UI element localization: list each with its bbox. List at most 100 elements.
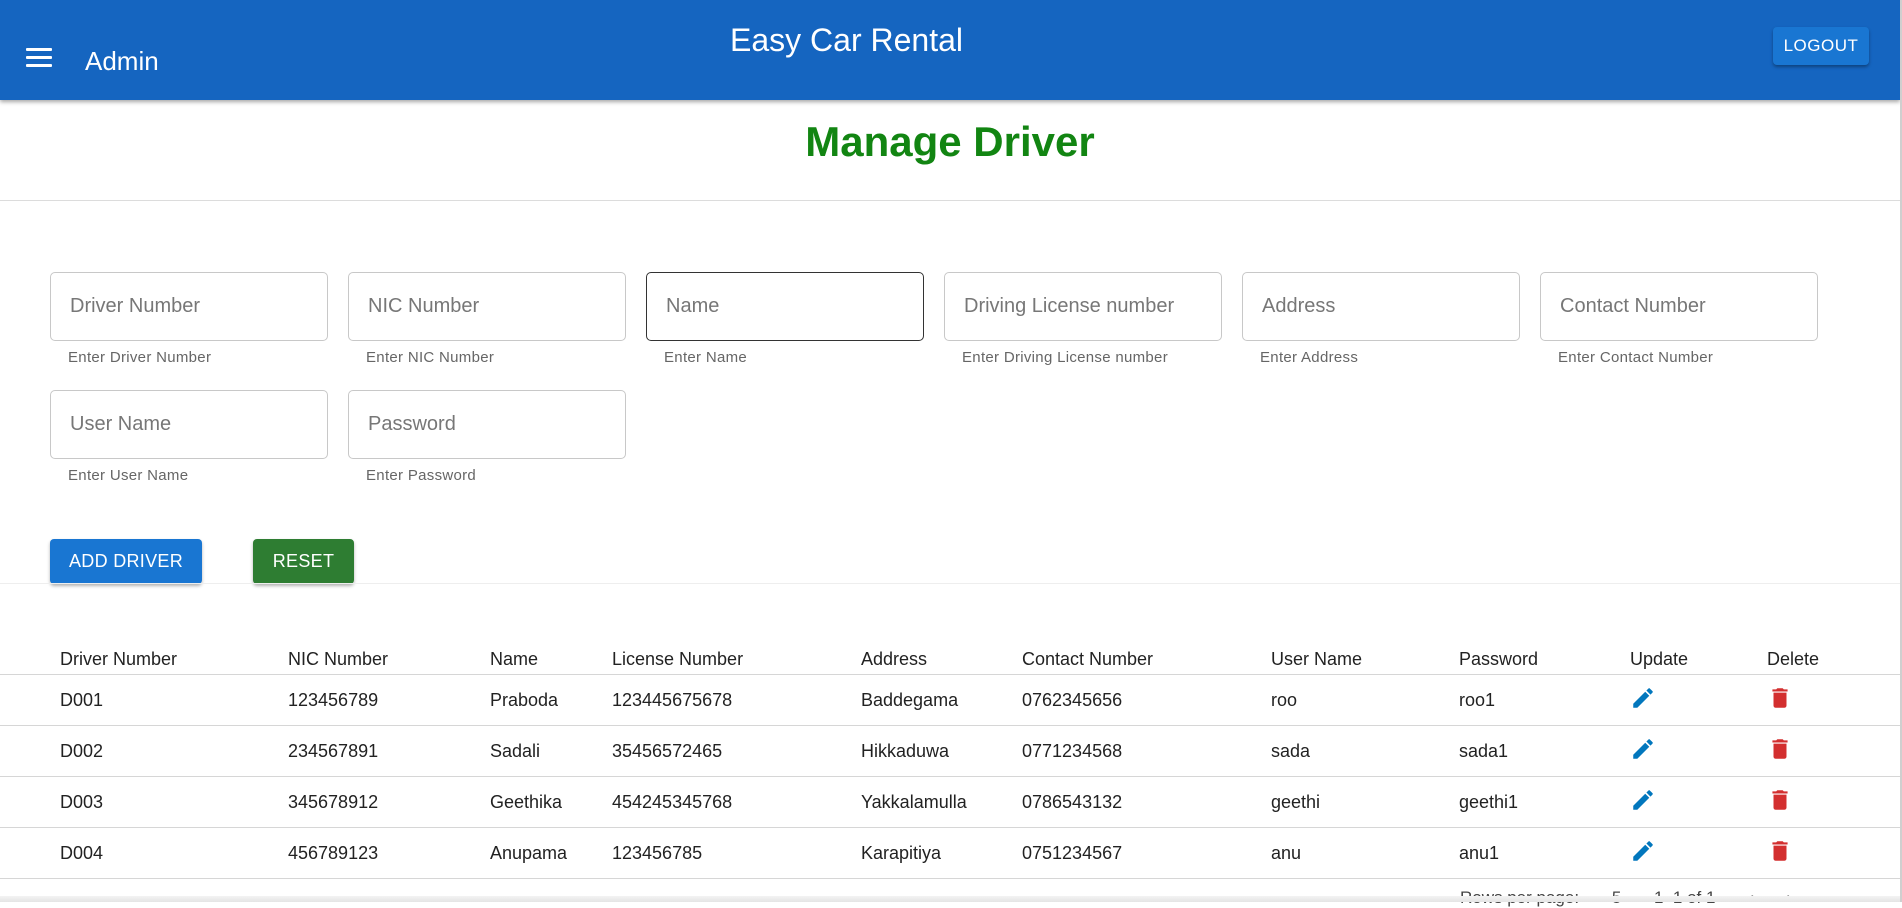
cell: geethi	[1271, 776, 1459, 828]
column-header: Delete	[1767, 630, 1900, 675]
pencil-edit-icon[interactable]	[1630, 736, 1656, 762]
cell: roo	[1271, 674, 1459, 726]
nic-number-helper: Enter NIC Number	[366, 349, 495, 366]
cell: Baddegama	[861, 674, 1022, 726]
column-header: Name	[490, 630, 612, 675]
cell: 345678912	[288, 776, 490, 828]
cell: sada	[1271, 725, 1459, 777]
license-number-box	[944, 272, 1222, 341]
table-body: D001 123456789 Praboda 123445675678 Badd…	[0, 674, 1900, 879]
license-number-field: Enter Driving License number	[944, 272, 1222, 366]
cell: sada1	[1459, 725, 1630, 777]
cell: Geethika	[490, 776, 612, 828]
cell: roo1	[1459, 674, 1630, 726]
cell: 35456572465	[612, 725, 861, 777]
nic-number-input[interactable]	[366, 294, 610, 319]
address-input[interactable]	[1260, 294, 1504, 319]
form-divider	[0, 583, 1900, 584]
cell: anu1	[1459, 827, 1630, 879]
password-helper: Enter Password	[366, 467, 477, 484]
cell: D002	[0, 725, 288, 777]
cell: 0786543132	[1022, 776, 1271, 828]
update-cell	[1630, 827, 1767, 879]
cell: 0762345656	[1022, 674, 1271, 726]
password-field: Enter Password	[348, 390, 626, 484]
pencil-edit-icon[interactable]	[1630, 787, 1656, 813]
table-row: D003 345678912 Geethika 454245345768 Yak…	[0, 776, 1900, 828]
contact-number-helper: Enter Contact Number	[1558, 349, 1714, 366]
user-name-input[interactable]	[68, 412, 312, 437]
cell: 456789123	[288, 827, 490, 879]
reset-button[interactable]: RESET	[253, 539, 354, 584]
user-name-box	[50, 390, 328, 459]
cell: D001	[0, 674, 288, 726]
trash-delete-icon[interactable]	[1767, 787, 1793, 813]
cell: 0771234568	[1022, 725, 1271, 777]
update-cell	[1630, 725, 1767, 777]
add-driver-button[interactable]: ADD DRIVER	[50, 539, 202, 584]
hamburger-menu-icon[interactable]	[26, 48, 52, 68]
update-cell	[1630, 674, 1767, 726]
cell: geethi1	[1459, 776, 1630, 828]
column-header: Contact Number	[1022, 630, 1271, 675]
nic-number-box	[348, 272, 626, 341]
column-header: NIC Number	[288, 630, 490, 675]
contact-number-input[interactable]	[1558, 294, 1802, 319]
update-cell	[1630, 776, 1767, 828]
name-input[interactable]	[664, 294, 908, 319]
cell: Praboda	[490, 674, 612, 726]
password-box	[348, 390, 626, 459]
delete-cell	[1767, 674, 1900, 726]
cell: Hikkaduwa	[861, 725, 1022, 777]
trash-delete-icon[interactable]	[1767, 685, 1793, 711]
address-box	[1242, 272, 1520, 341]
cell: D003	[0, 776, 288, 828]
pencil-edit-icon[interactable]	[1630, 685, 1656, 711]
nic-number-field: Enter NIC Number	[348, 272, 626, 366]
address-helper: Enter Address	[1260, 349, 1359, 366]
column-header: Driver Number	[0, 630, 288, 675]
column-header: User Name	[1271, 630, 1459, 675]
trash-delete-icon[interactable]	[1767, 838, 1793, 864]
cell: 454245345768	[612, 776, 861, 828]
license-number-input[interactable]	[962, 294, 1206, 319]
cell: 123456785	[612, 827, 861, 879]
table-row: D004 456789123 Anupama 123456785 Karapit…	[0, 827, 1900, 879]
password-input[interactable]	[366, 412, 610, 437]
delete-cell	[1767, 827, 1900, 879]
user-name-field: Enter User Name	[50, 390, 328, 484]
trash-delete-icon[interactable]	[1767, 736, 1793, 762]
column-header: License Number	[612, 630, 861, 675]
user-name-helper: Enter User Name	[68, 467, 189, 484]
cell: Anupama	[490, 827, 612, 879]
app-title: Easy Car Rental	[730, 22, 963, 58]
delete-cell	[1767, 776, 1900, 828]
driver-number-box	[50, 272, 328, 341]
title-divider	[0, 200, 1900, 201]
drivers-table-container: Driver Number NIC Number Name License Nu…	[0, 630, 1900, 879]
cell: 0751234567	[1022, 827, 1271, 879]
table-row: D001 123456789 Praboda 123445675678 Badd…	[0, 674, 1900, 726]
column-header: Update	[1630, 630, 1767, 675]
app-bar: Admin Easy Car Rental LOGOUT	[0, 0, 1900, 100]
name-helper: Enter Name	[664, 349, 748, 366]
cell: anu	[1271, 827, 1459, 879]
cell: 234567891	[288, 725, 490, 777]
cell: Sadali	[490, 725, 612, 777]
logout-button[interactable]: LOGOUT	[1773, 27, 1869, 65]
bottom-edge	[0, 896, 1900, 902]
table-row: D002 234567891 Sadali 35456572465 Hikkad…	[0, 725, 1900, 777]
page-title: Manage Driver	[805, 118, 1095, 165]
driver-number-field: Enter Driver Number	[50, 272, 328, 366]
pencil-edit-icon[interactable]	[1630, 838, 1656, 864]
column-header: Address	[861, 630, 1022, 675]
column-header: Password	[1459, 630, 1630, 675]
section-label: Admin	[85, 46, 159, 76]
contact-number-box	[1540, 272, 1818, 341]
drivers-table: Driver Number NIC Number Name License Nu…	[0, 630, 1900, 879]
license-number-helper: Enter Driving License number	[962, 349, 1168, 366]
driver-number-input[interactable]	[68, 294, 312, 319]
contact-number-field: Enter Contact Number	[1540, 272, 1818, 366]
name-field: Enter Name	[646, 272, 924, 366]
cell: 123456789	[288, 674, 490, 726]
